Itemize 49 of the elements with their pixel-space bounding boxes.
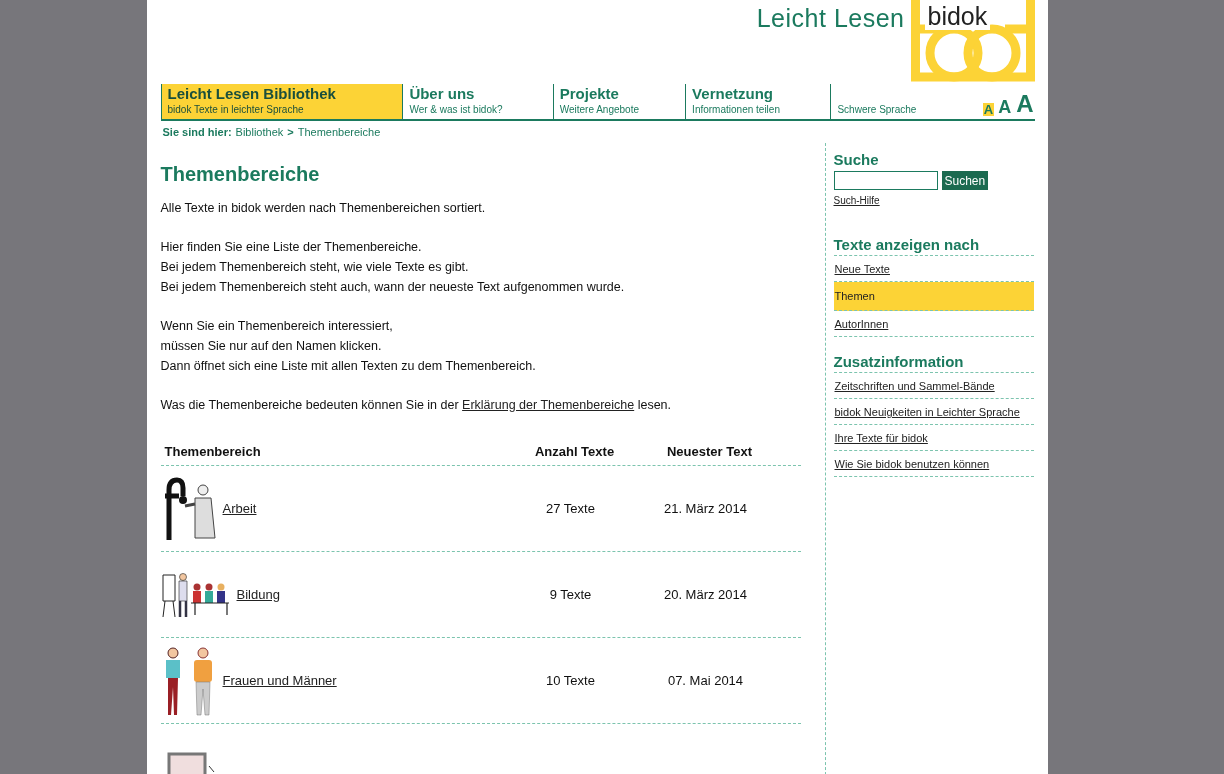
sidebar-item[interactable]: Ihre Texte für bidok [833,425,1034,451]
section-title: Texte anzeigen nach [833,236,1034,256]
nav-tab[interactable]: Projekte Weitere Angebote [552,84,686,119]
logo-text: Leicht Lesen [756,4,905,33]
nav-tab[interactable]: Vernetzung Informationen teilen [685,84,831,119]
topic-link[interactable]: Frauen und Männer [222,673,337,688]
text-line: Bei jedem Themenbereich steht auch, wann der neueste Text aufgenommen wurde. [160,279,626,296]
page-heading: Themenbereiche [160,163,321,186]
explanation-link[interactable]: Erklärung der Themenbereiche [462,398,635,412]
breadcrumb-label: Sie sind hier: [162,126,232,138]
search-title: Suche [833,151,880,168]
column-header: Neuester Text [666,444,753,459]
sidebar-item[interactable]: Themen [833,282,1034,311]
column-header: Anzahl Texte [533,444,616,459]
font-size-button[interactable]: A [1015,92,1035,116]
text-line: Wenn Sie ein Themenbereich interessiert, [160,318,394,335]
latest-date: 20. März 2014 [662,587,749,602]
text-count: 27 Texte [545,501,596,516]
sidebar-item[interactable]: Zeitschriften und Sammel-Bände [833,373,1034,399]
font-size-button[interactable]: A [997,98,1013,116]
text-line: müssen Sie nur auf den Namen klicken. [160,338,383,355]
nav-tab[interactable]: Schwere Sprache [830,84,983,119]
breadcrumb-current: Themenbereiche [297,126,381,138]
latest-date: 21. März 2014 [662,501,749,516]
section-title: Zusatzinformation [833,353,1034,373]
search-field[interactable] [833,171,938,190]
text-line: Bei jedem Themenbereich steht, wie viele Texte es gibt. [160,259,470,276]
breadcrumb-separator: > [287,126,294,138]
topic-link[interactable]: Arbeit [222,501,257,516]
sidebar-item[interactable]: bidok Neuigkeiten in Leichter Sprache [833,399,1034,425]
latest-date: 07. Mai 2014 [666,673,745,688]
search-button[interactable]: Suchen [941,171,989,190]
text-line: Dann öffnet sich eine Liste mit allen Texten zu dem Themenbereich. [160,358,537,375]
explanation-text: Was die Themenbereiche bedeuten können Sie in der Erklärung der Themenbereiche lesen. [160,397,673,414]
nav-tab[interactable]: Über uns Wer & was ist bidok? [402,84,553,119]
sidebar-item[interactable]: Wie Sie bidok benutzen können [833,451,1034,477]
sidebar-item[interactable]: AutorInnen [833,311,1034,337]
search-help-link[interactable]: Such-Hilfe [833,195,880,206]
text-count: 9 Texte [548,587,593,602]
font-size-button[interactable]: A [982,103,995,116]
classroom-drawing [160,570,231,619]
column-header: Themenbereich [164,444,262,459]
logo-rings-icon [910,0,1035,82]
breadcrumb-link[interactable]: Bibliothek [235,126,284,138]
text-count: 10 Texte [545,673,596,688]
nav-tab[interactable]: Leicht Lesen Bibliothek bidok Texte in leichter Sprache [160,84,403,119]
text-line: Alle Texte in bidok werden nach Themenbereichen sortiert. [160,200,487,217]
text-line: Hier finden Sie eine Liste der Themenbereiche. [160,239,423,256]
topic-link[interactable]: Bildung [236,587,280,602]
